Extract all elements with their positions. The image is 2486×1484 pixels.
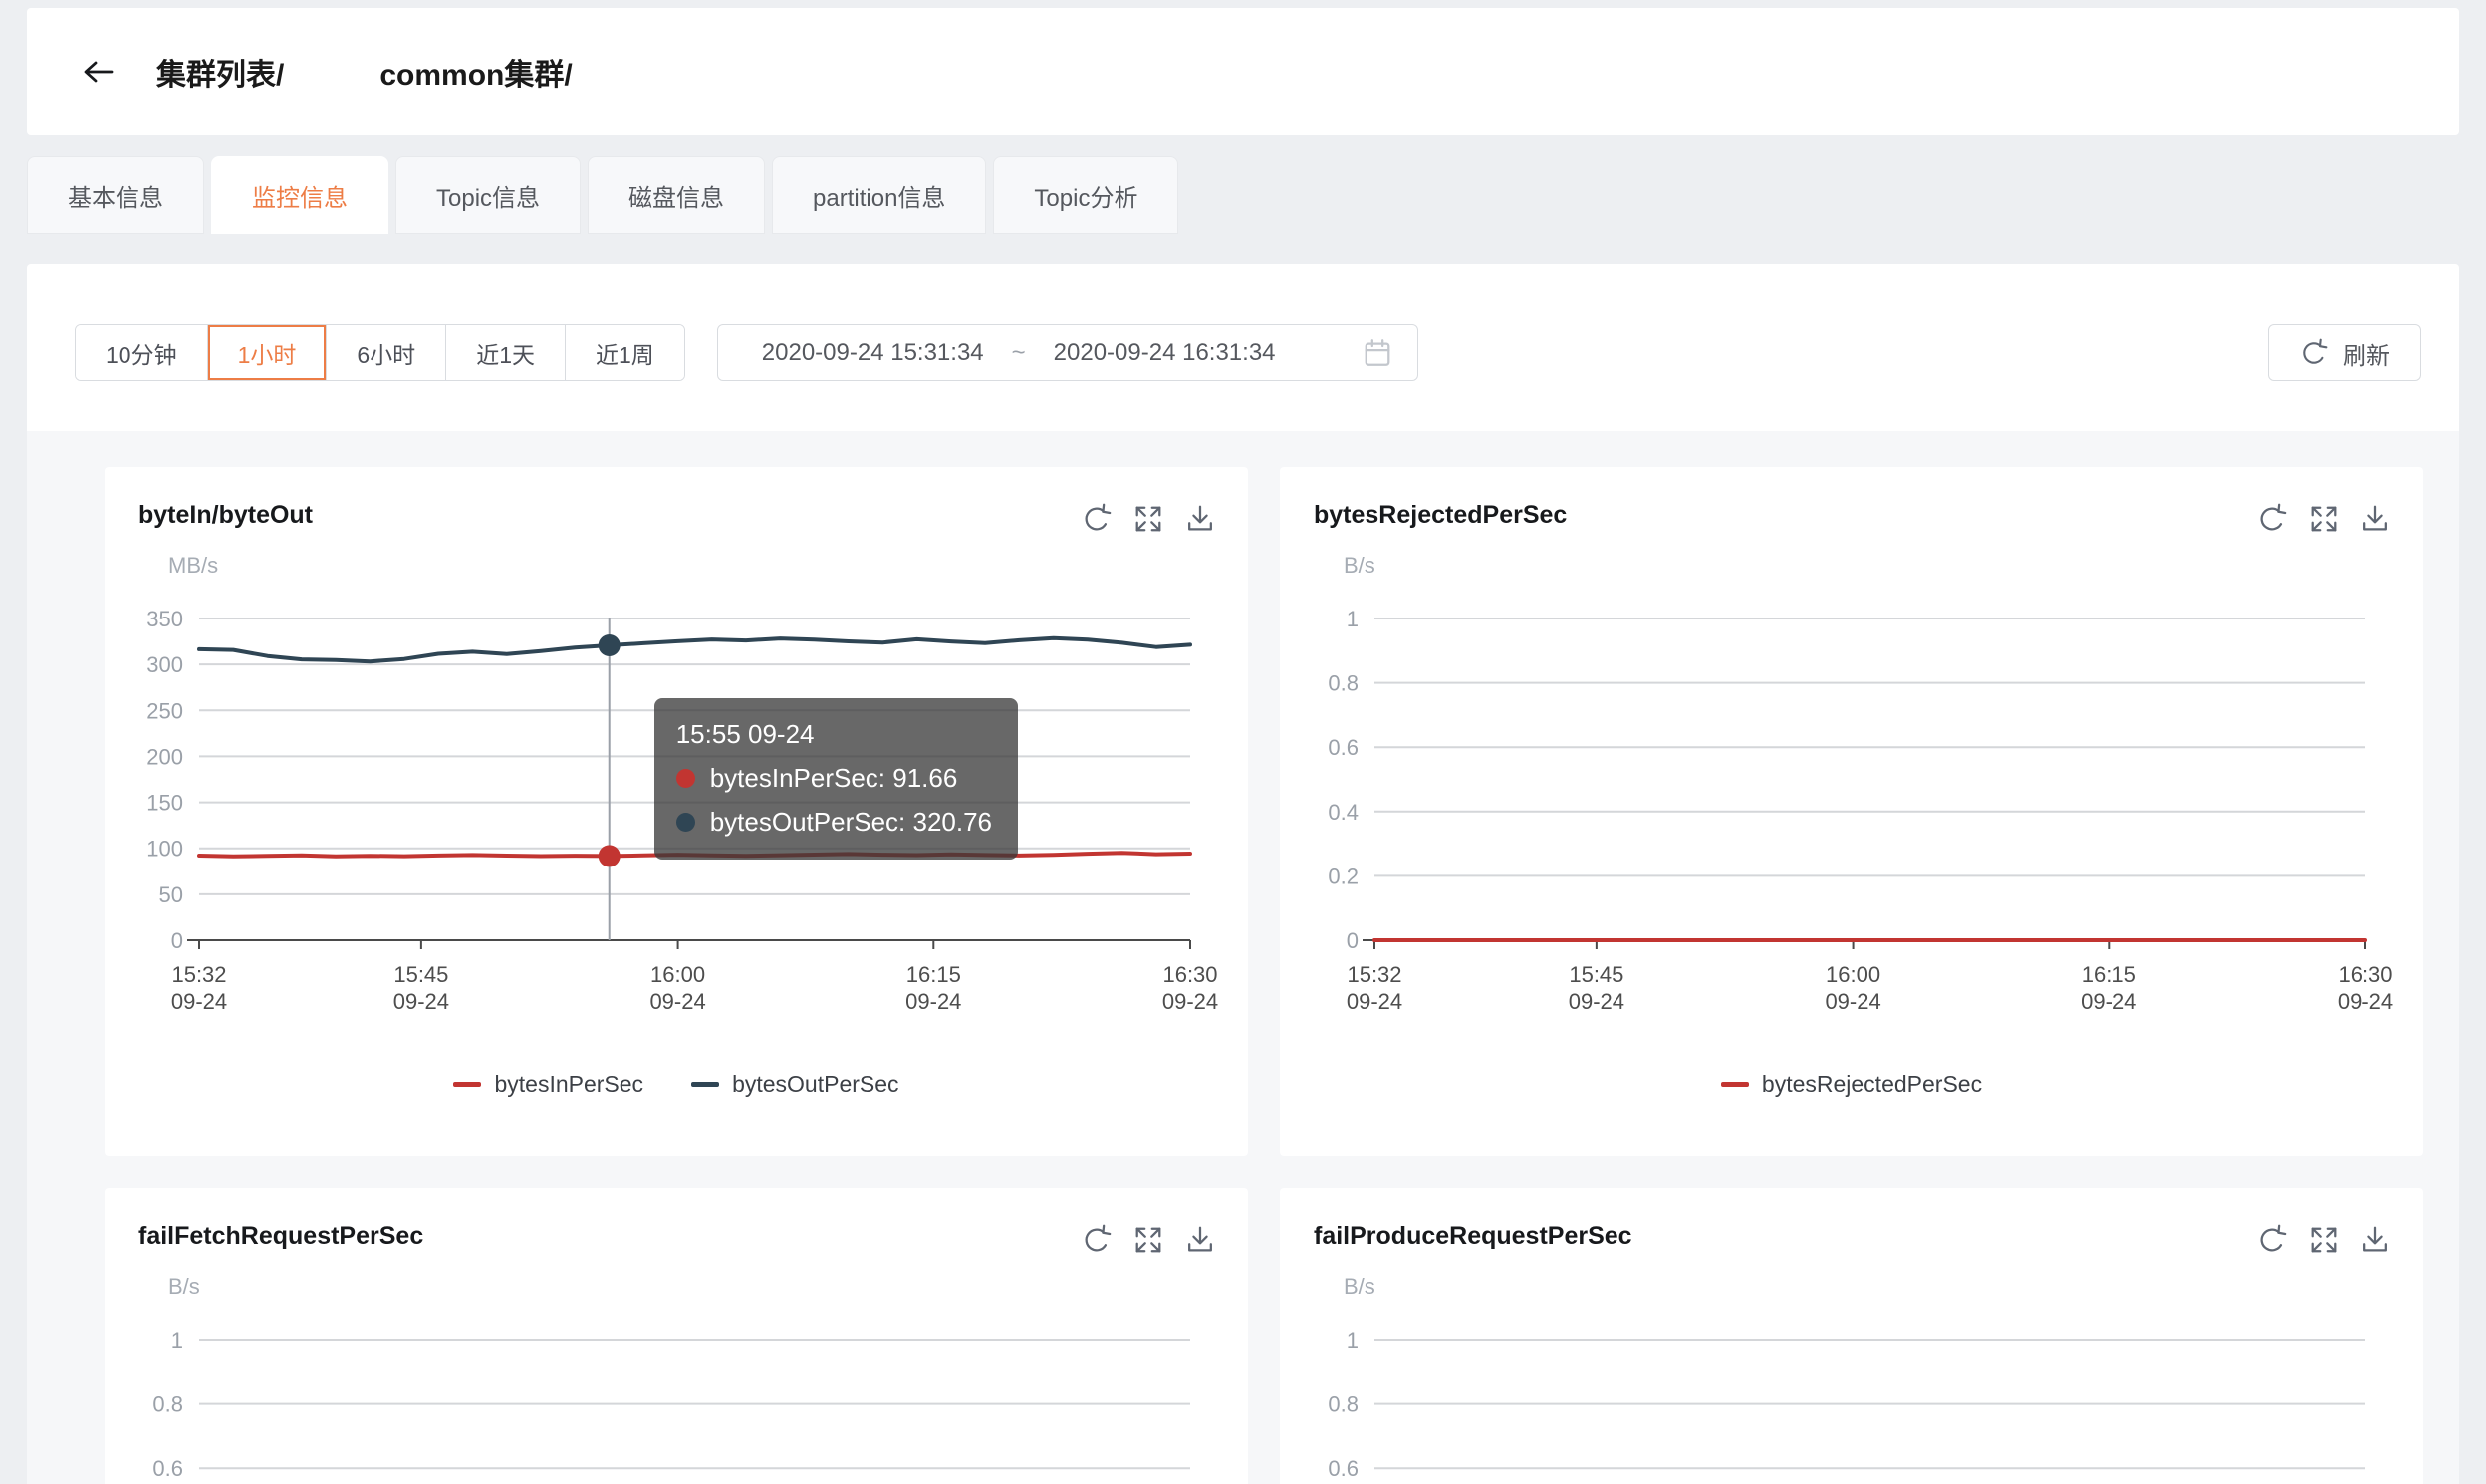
series-line-bytesInPerSec: [199, 853, 1190, 857]
range-button-1day[interactable]: 近1天: [445, 325, 565, 380]
date-separator: ~: [1012, 339, 1026, 367]
breadcrumb: 集群列表/ common集群/: [156, 50, 573, 94]
data-point-marker: [599, 845, 621, 866]
tab-label: 监控信息: [252, 178, 348, 213]
chart-legend: bytesInPerSec bytesOutPerSec: [105, 1071, 1248, 1098]
x-axis: 15:3209-24 15:4509-24 16:0009-24 16:1509-24…: [1347, 940, 2393, 1014]
arrow-left-icon: [79, 55, 119, 89]
legend-item-bytesInPerSec[interactable]: bytesInPerSec: [453, 1071, 643, 1098]
range-button-10min[interactable]: 10分钟: [76, 325, 207, 380]
time-range-group: 10分钟 1小时 6小时 近1天 近1周: [75, 324, 685, 381]
chart-legend: bytesRejectedPerSec: [1280, 1071, 2423, 1098]
svg-text:16:1509-24: 16:1509-24: [2081, 962, 2136, 1014]
svg-text:1: 1: [171, 1328, 183, 1353]
chart-card-bytes-rejected: bytesRejectedPerSec B/s 10.80.60.40.2015…: [1280, 467, 2423, 1156]
svg-text:150: 150: [146, 791, 183, 816]
tab-topic-analysis[interactable]: Topic分析: [993, 156, 1178, 234]
tab-label: 基本信息: [68, 178, 163, 213]
svg-text:16:3009-24: 16:3009-24: [2338, 962, 2393, 1014]
svg-text:50: 50: [159, 882, 183, 907]
date-end: 2020-09-24 16:31:34: [1054, 339, 1276, 367]
series-line-bytesOutPerSec: [199, 638, 1190, 662]
svg-text:100: 100: [146, 837, 183, 862]
tab-topic-info[interactable]: Topic信息: [395, 156, 581, 234]
y-axis: 10.80.60.40.20: [152, 1328, 1190, 1484]
tab-bar: 基本信息 监控信息 Topic信息 磁盘信息 partition信息 Topic…: [27, 156, 1178, 234]
svg-text:16:0009-24: 16:0009-24: [1825, 962, 1880, 1014]
svg-text:250: 250: [146, 698, 183, 723]
svg-text:1: 1: [1347, 607, 1359, 631]
svg-text:0.6: 0.6: [1328, 735, 1359, 760]
chart-card-fail-fetch-request: failFetchRequestPerSec B/s 10.80.60.40.2…: [105, 1188, 1248, 1484]
y-axis: 1 0.8 0.6 0.4 0.2 0: [1328, 607, 2365, 953]
svg-text:15:4509-24: 15:4509-24: [1569, 962, 1624, 1014]
svg-text:16:1509-24: 16:1509-24: [905, 962, 961, 1014]
svg-text:0.8: 0.8: [1328, 671, 1359, 696]
svg-text:16:0009-24: 16:0009-24: [649, 962, 705, 1014]
line-chart[interactable]: 10.80.60.40.20: [1280, 1188, 2423, 1484]
breadcrumb-cluster-name: common集群/: [379, 50, 572, 94]
svg-text:0: 0: [1347, 928, 1359, 953]
range-button-1week[interactable]: 近1周: [565, 325, 684, 380]
svg-text:350: 350: [146, 607, 183, 631]
chart-card-fail-produce-request: failProduceRequestPerSec B/s 10.80.60.40…: [1280, 1188, 2423, 1484]
svg-text:0: 0: [171, 928, 183, 953]
svg-text:15:3209-24: 15:3209-24: [171, 962, 227, 1014]
legend-marker: [1721, 1082, 1749, 1087]
line-chart[interactable]: 1 0.8 0.6 0.4 0.2 0 15:3209-24 15:4509-24 16:000…: [1280, 467, 2423, 1156]
svg-text:300: 300: [146, 652, 183, 677]
svg-text:1: 1: [1347, 1328, 1359, 1353]
tab-label: partition信息: [813, 178, 945, 213]
x-axis: 15:3209-24 15:4509-24 16:0009-24 16:1509-24…: [171, 940, 1218, 1014]
range-button-6hour[interactable]: 6小时: [326, 325, 445, 380]
tab-label: Topic分析: [1034, 178, 1137, 213]
line-chart[interactable]: 350 300 250 200 150 100 50 0 15:3209-24 15:4509-2…: [105, 467, 1248, 1156]
date-start: 2020-09-24 15:31:34: [762, 339, 984, 367]
content-panel: 10分钟 1小时 6小时 近1天 近1周 2020-09-24 15:31:34…: [27, 264, 2459, 1484]
breadcrumb-cluster-list: 集群列表/: [156, 50, 284, 94]
legend-item-bytesOutPerSec[interactable]: bytesOutPerSec: [691, 1071, 898, 1098]
tab-partition-info[interactable]: partition信息: [772, 156, 986, 234]
page-header: 集群列表/ common集群/: [27, 8, 2459, 135]
svg-text:0.6: 0.6: [1328, 1456, 1359, 1481]
line-chart[interactable]: 10.80.60.40.20: [105, 1188, 1248, 1484]
date-range-picker[interactable]: 2020-09-24 15:31:34 ~ 2020-09-24 16:31:3…: [717, 324, 1418, 381]
svg-text:0.2: 0.2: [1328, 864, 1359, 888]
reload-icon: [2299, 338, 2329, 368]
legend-item-bytesRejectedPerSec[interactable]: bytesRejectedPerSec: [1721, 1071, 1982, 1098]
svg-text:0.4: 0.4: [1328, 800, 1359, 825]
tab-label: Topic信息: [436, 178, 540, 213]
range-button-1hour[interactable]: 1小时: [207, 325, 327, 380]
svg-text:0.8: 0.8: [1328, 1392, 1359, 1417]
data-point-marker: [599, 634, 621, 656]
legend-marker: [691, 1082, 719, 1087]
back-button[interactable]: [79, 52, 124, 92]
svg-text:16:3009-24: 16:3009-24: [1162, 962, 1218, 1014]
y-axis: 10.80.60.40.20: [1328, 1328, 2365, 1484]
refresh-button[interactable]: 刷新: [2268, 324, 2421, 381]
tab-monitor-info[interactable]: 监控信息: [211, 156, 388, 234]
svg-text:0.6: 0.6: [152, 1456, 183, 1481]
svg-text:15:3209-24: 15:3209-24: [1347, 962, 1402, 1014]
tab-disk-info[interactable]: 磁盘信息: [588, 156, 765, 234]
calendar-icon: [1362, 337, 1393, 369]
svg-text:0.8: 0.8: [152, 1392, 183, 1417]
refresh-label: 刷新: [2343, 336, 2390, 371]
tab-basic-info[interactable]: 基本信息: [27, 156, 204, 234]
chart-grid: byteIn/byteOut MB/s 35030025020015010050…: [27, 431, 2459, 1484]
svg-text:200: 200: [146, 744, 183, 769]
controls-row: 10分钟 1小时 6小时 近1天 近1周 2020-09-24 15:31:34…: [75, 324, 2421, 381]
svg-text:15:4509-24: 15:4509-24: [393, 962, 449, 1014]
legend-marker: [453, 1082, 481, 1087]
chart-card-bytein-byteout: byteIn/byteOut MB/s 35030025020015010050…: [105, 467, 1248, 1156]
tab-label: 磁盘信息: [628, 178, 724, 213]
